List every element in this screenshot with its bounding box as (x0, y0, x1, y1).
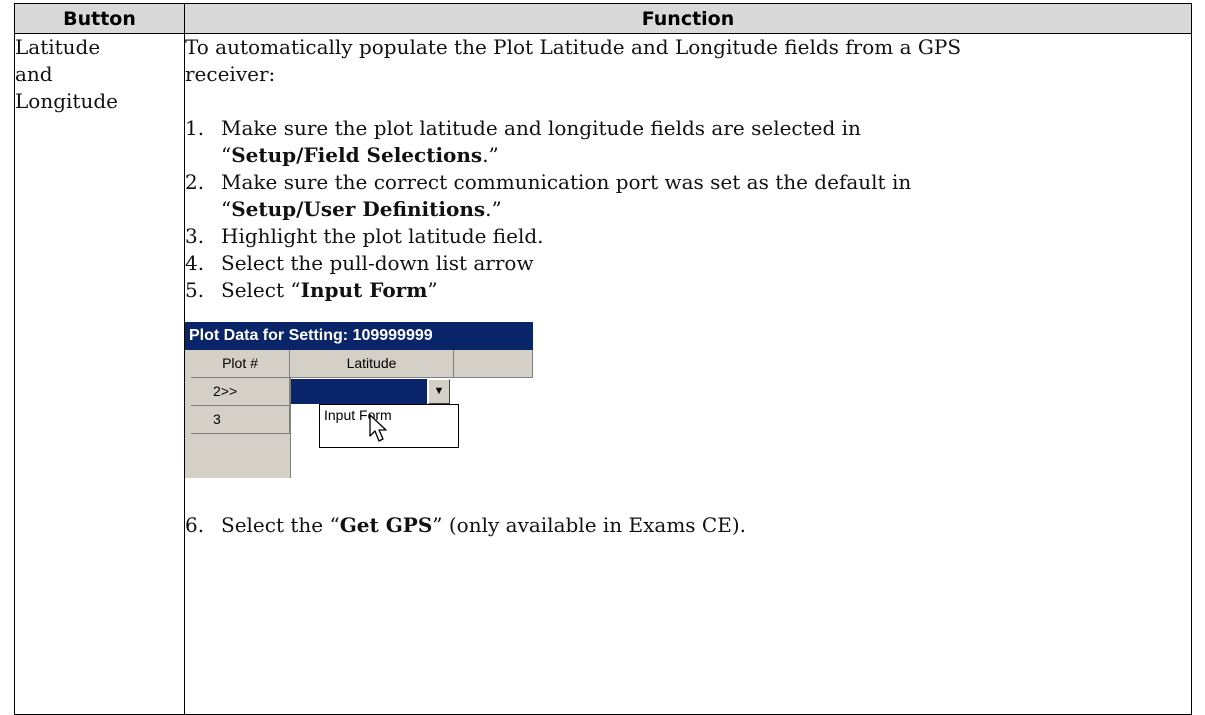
steps-list: 1. Make sure the plot latitude and longi… (185, 115, 1191, 304)
get-gps-text: Get GPS (339, 513, 433, 537)
step-item: 1. Make sure the plot latitude and longi… (185, 116, 861, 167)
step-item: 2. Make sure the correct communication p… (185, 170, 912, 221)
function-table: Button Function Latitude and Longitude T… (14, 3, 1192, 715)
column-header-plot[interactable]: Plot # (191, 350, 290, 378)
dropdown-arrow-icon[interactable]: ▼ (428, 379, 450, 404)
step-item: 5. Select “Input Form” (185, 278, 438, 302)
function-cell: To automatically populate the Plot Latit… (184, 33, 1192, 715)
button-name-line: and (15, 62, 53, 86)
row-header-3[interactable]: 3 (191, 406, 290, 434)
table-row: Latitude and Longitude To automatically … (14, 33, 1192, 715)
step-item: 6. Select the “Get GPS” (only available … (185, 513, 746, 537)
plot-data-grid: Plot # Latitude 2>> ▼ 3 Input Form (185, 350, 533, 478)
menu-path-text: Setup/Field Selections (231, 143, 483, 167)
intro-text: To automatically populate the Plot Latit… (185, 35, 962, 86)
screenshot-plot-data: Plot Data for Setting: 109999999 Plot # … (185, 322, 533, 478)
button-name-cell: Latitude and Longitude (14, 33, 185, 715)
header-button: Button (14, 3, 185, 34)
step-item: 4. Select the pull-down list arrow (185, 251, 534, 275)
column-header-latitude[interactable]: Latitude (290, 350, 454, 378)
step-item: 3. Highlight the plot latitude field. (185, 224, 544, 248)
option-text: Input Form (300, 278, 428, 302)
table-header-row: Button Function (14, 3, 1192, 34)
button-name-line: Longitude (15, 89, 118, 113)
latitude-cell-selected[interactable] (291, 379, 427, 404)
header-function: Function (184, 3, 1192, 34)
window-title: Plot Data for Setting: 109999999 (185, 322, 533, 350)
column-header-next[interactable] (454, 350, 533, 378)
row-header-2[interactable]: 2>> (191, 378, 290, 406)
mouse-cursor-icon (369, 414, 387, 442)
menu-path-text: Setup/User Definitions (231, 197, 486, 221)
button-name-line: Latitude (15, 35, 101, 59)
